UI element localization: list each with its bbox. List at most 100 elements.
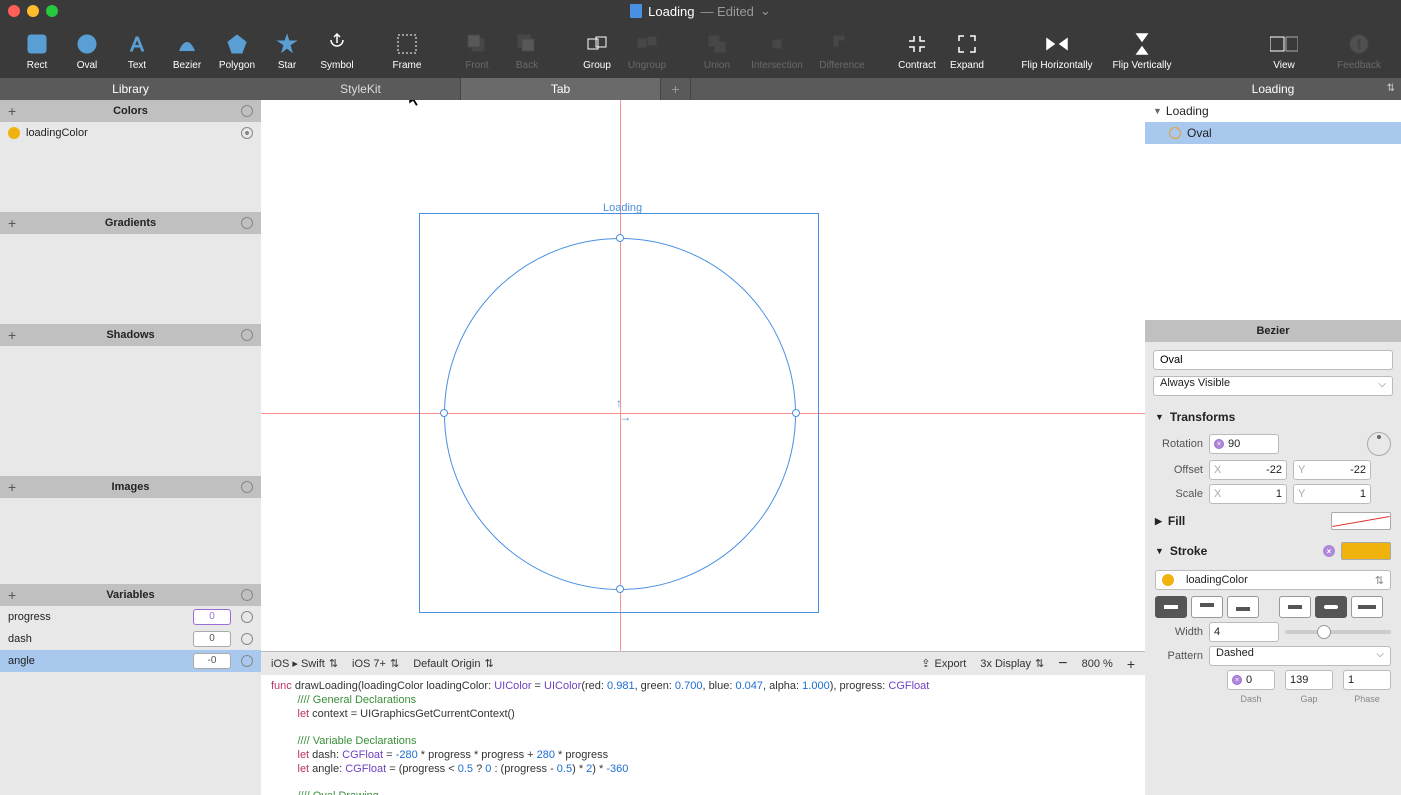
handle[interactable] — [792, 409, 800, 417]
add-icon[interactable]: + — [8, 479, 16, 495]
stroke-width-input[interactable]: 4 — [1209, 622, 1279, 642]
section-icon[interactable] — [241, 481, 253, 493]
handle[interactable] — [616, 234, 624, 242]
offset-label: Offset — [1155, 464, 1203, 476]
add-icon[interactable]: + — [8, 587, 16, 603]
visibility-icon[interactable] — [241, 611, 253, 623]
stroke-width-slider[interactable] — [1285, 630, 1391, 634]
gap-input[interactable]: 139 — [1285, 670, 1333, 690]
canvas[interactable]: Loading ↑ → — [261, 100, 1145, 651]
section-icon[interactable] — [241, 105, 253, 117]
zoom-out-button[interactable]: − — [1058, 655, 1067, 673]
add-icon[interactable]: + — [8, 215, 16, 231]
zoom-icon[interactable] — [46, 5, 58, 17]
shape-name-input[interactable] — [1153, 350, 1393, 370]
zoom-in-button[interactable]: + — [1127, 656, 1135, 672]
symbol-button[interactable]: Symbol — [312, 22, 362, 78]
group-button[interactable]: Group — [572, 22, 622, 78]
rect-button[interactable]: Rect — [12, 22, 62, 78]
section-icon[interactable] — [241, 589, 253, 601]
phase-input[interactable]: 1 — [1343, 670, 1391, 690]
os-select[interactable]: iOS 7+⇅ — [352, 657, 399, 670]
offset-x-input[interactable]: X-22 — [1209, 460, 1287, 480]
contract-button[interactable]: Contract — [892, 22, 942, 78]
origin-select[interactable]: Default Origin⇅ — [413, 657, 493, 670]
stroke-header[interactable]: ▼Stroke× — [1145, 536, 1401, 566]
variables-header[interactable]: +Variables — [0, 584, 261, 606]
handle[interactable] — [616, 585, 624, 593]
display-select[interactable]: 3x Display⇅ — [980, 657, 1044, 670]
rotation-dial[interactable] — [1367, 432, 1391, 456]
add-icon[interactable]: + — [8, 327, 16, 343]
stroke-color-select[interactable]: loadingColor⇅ — [1155, 570, 1391, 590]
transforms-header[interactable]: ▼Transforms — [1145, 404, 1401, 430]
disclosure-icon: ▶ — [1155, 516, 1162, 527]
variable-value[interactable]: -0 — [193, 653, 231, 669]
back-button[interactable]: Back — [502, 22, 552, 78]
difference-button[interactable]: Difference — [812, 22, 872, 78]
ungroup-button[interactable]: Ungroup — [622, 22, 672, 78]
inspector-header[interactable]: Loading⇅ — [1145, 78, 1401, 100]
section-icon[interactable] — [241, 329, 253, 341]
color-item[interactable]: loadingColor — [0, 122, 261, 144]
title-caret[interactable]: ⌄ — [760, 3, 771, 19]
edited-label: — Edited — [700, 4, 753, 19]
tree-root[interactable]: ▼Loading — [1145, 100, 1401, 122]
fill-header[interactable]: ▶Fill — [1145, 506, 1401, 536]
add-icon[interactable]: + — [8, 103, 16, 119]
minimize-icon[interactable] — [27, 5, 39, 17]
variable-row[interactable]: dash0 — [0, 628, 261, 650]
expand-button[interactable]: Expand — [942, 22, 992, 78]
scale-x-input[interactable]: X1 — [1209, 484, 1287, 504]
code-view[interactable]: func drawLoading(loadingColor loadingCol… — [261, 675, 1145, 795]
variable-value[interactable]: 0 — [193, 609, 231, 625]
visibility-select[interactable]: Always Visible — [1153, 376, 1393, 396]
handle[interactable] — [440, 409, 448, 417]
stroke-cap-segment[interactable] — [1279, 596, 1383, 618]
tree-item[interactable]: Oval — [1145, 122, 1401, 144]
images-header[interactable]: +Images — [0, 476, 261, 498]
shadows-header[interactable]: +Shadows — [0, 324, 261, 346]
inspector-panel: Loading⇅ ▼Loading Oval Bezier Always Vis… — [1145, 78, 1401, 795]
dash-input[interactable]: ×0 — [1227, 670, 1275, 690]
offset-y-input[interactable]: Y-22 — [1293, 460, 1371, 480]
polygon-button[interactable]: Polygon — [212, 22, 262, 78]
front-button[interactable]: Front — [452, 22, 502, 78]
flip-vertical-button[interactable]: Flip Vertically — [1102, 22, 1182, 78]
rotation-input[interactable]: ×90 — [1209, 434, 1279, 454]
origin-marker[interactable]: ↑ → — [616, 396, 631, 424]
intersection-button[interactable]: Intersection — [742, 22, 812, 78]
bezier-button[interactable]: Bezier — [162, 22, 212, 78]
disclosure-icon[interactable]: ▼ — [1153, 106, 1162, 116]
section-icon[interactable] — [241, 217, 253, 229]
close-icon[interactable] — [8, 5, 20, 17]
scale-y-input[interactable]: Y1 — [1293, 484, 1371, 504]
variable-row[interactable]: angle-0 — [0, 650, 261, 672]
union-button[interactable]: Union — [692, 22, 742, 78]
visibility-icon[interactable] — [241, 655, 253, 667]
variable-value[interactable]: 0 — [193, 631, 231, 647]
tab-canvas[interactable]: Tab — [461, 78, 661, 100]
target-select[interactable]: iOS ▸ Swift⇅ — [271, 657, 338, 670]
gradients-header[interactable]: +Gradients — [0, 212, 261, 234]
stroke-align-segment[interactable] — [1155, 596, 1259, 618]
frame-button[interactable]: Frame — [382, 22, 432, 78]
visibility-icon[interactable] — [241, 127, 253, 139]
rotation-label: Rotation — [1155, 438, 1203, 450]
view-button[interactable]: View — [1259, 22, 1309, 78]
star-button[interactable]: Star — [262, 22, 312, 78]
feedback-button[interactable]: !Feedback — [1329, 22, 1389, 78]
text-button[interactable]: AText — [112, 22, 162, 78]
colors-header[interactable]: +Colors — [0, 100, 261, 122]
export-button[interactable]: ⇪Export — [921, 657, 966, 670]
oval-button[interactable]: Oval — [62, 22, 112, 78]
tab-stylekit[interactable]: StyleKit — [261, 78, 461, 100]
add-tab-button[interactable]: + — [661, 78, 691, 100]
flip-horizontal-button[interactable]: Flip Horizontally — [1012, 22, 1102, 78]
variable-row[interactable]: progress0 — [0, 606, 261, 628]
titlebar: Loading — Edited ⌄ — [0, 0, 1401, 22]
stroke-swatch[interactable] — [1341, 542, 1391, 560]
fill-swatch[interactable] — [1331, 512, 1391, 530]
visibility-icon[interactable] — [241, 633, 253, 645]
pattern-select[interactable]: Dashed — [1209, 646, 1391, 666]
